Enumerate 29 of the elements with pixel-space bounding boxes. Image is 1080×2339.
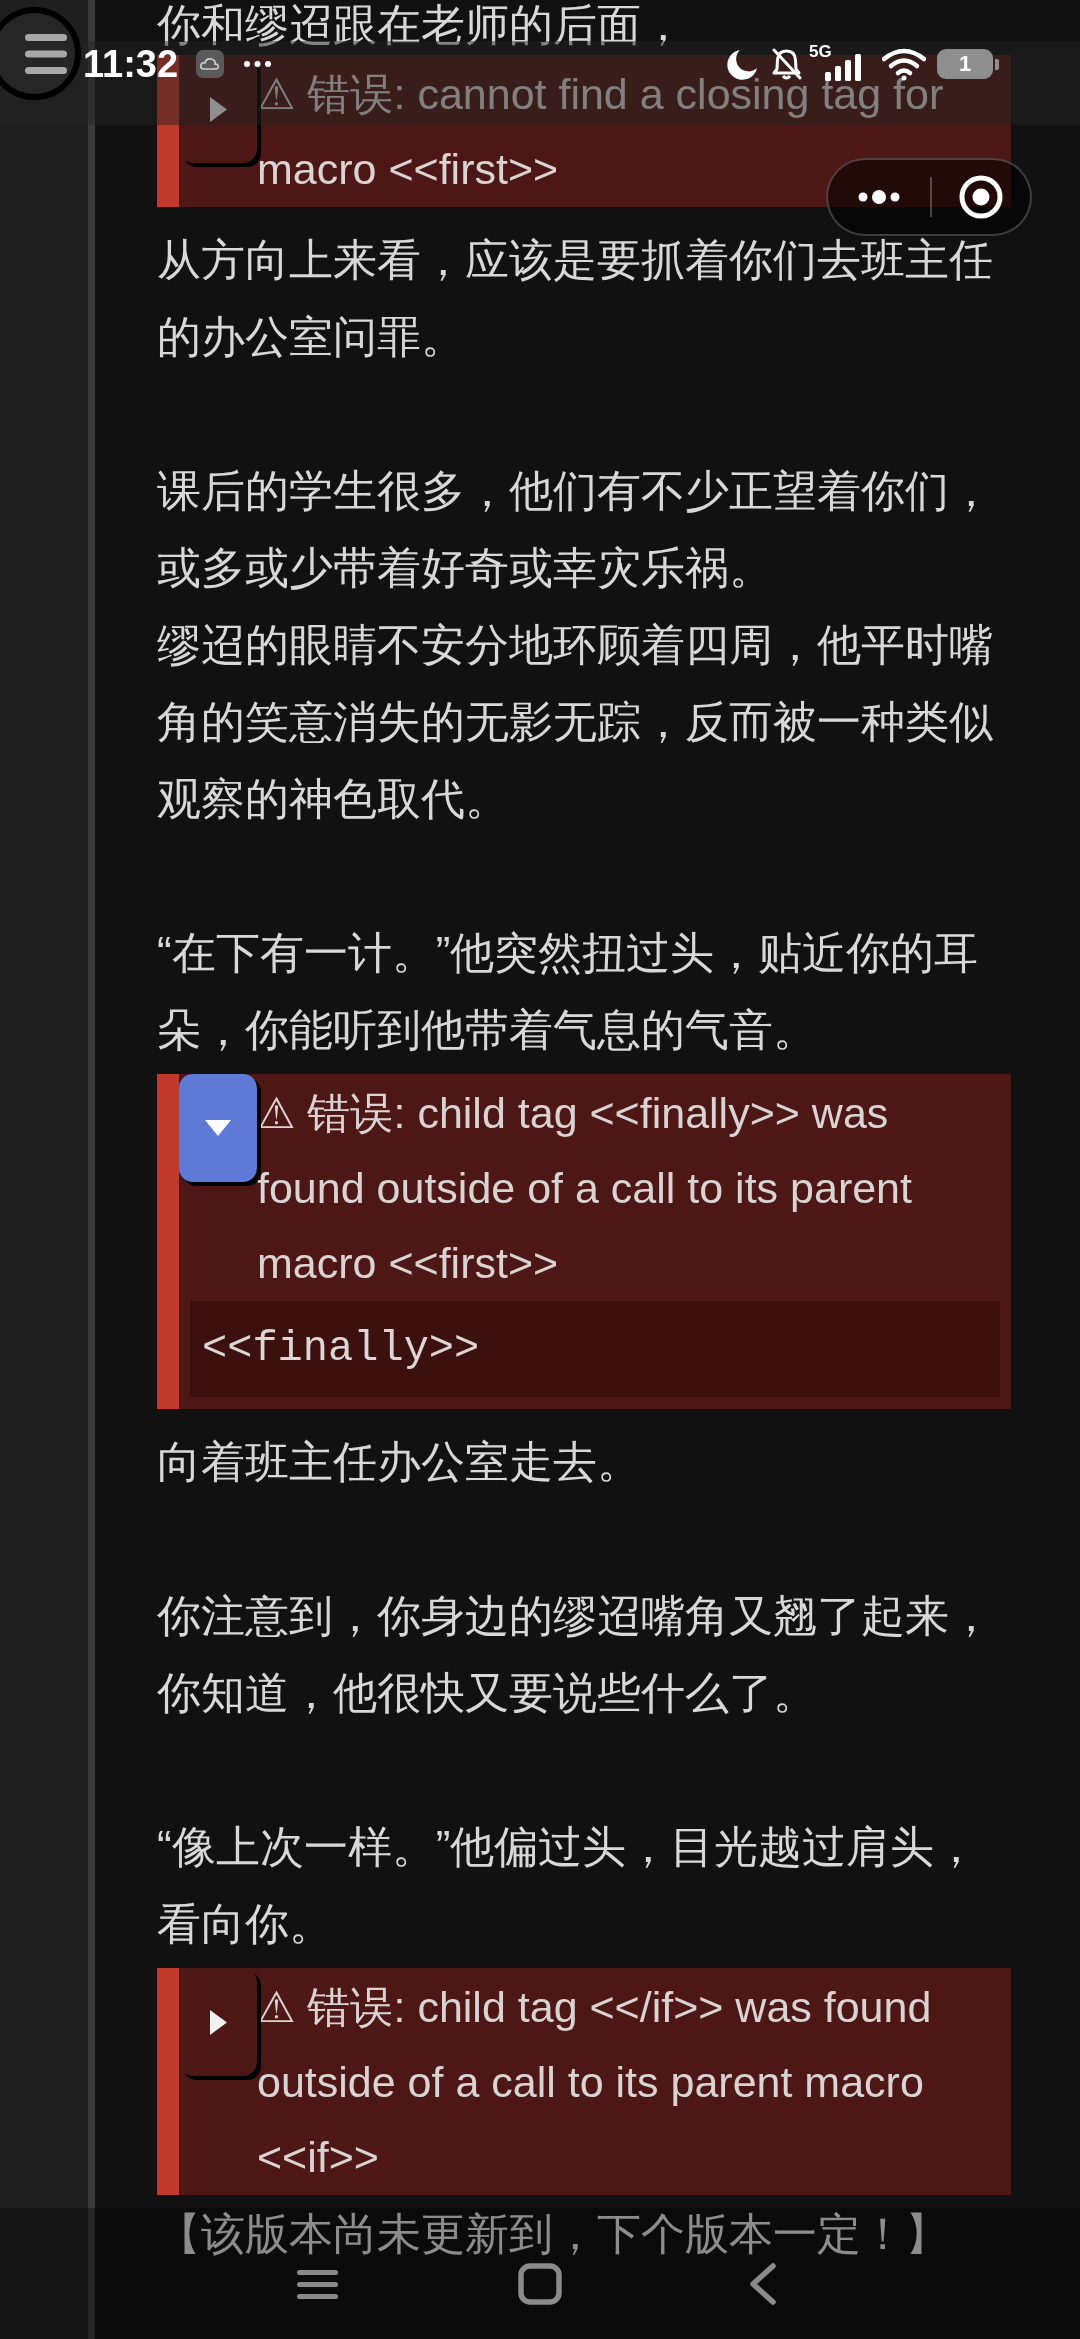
story-paragraph: 向着班主任办公室走去。: [157, 1437, 641, 1486]
battery-level: 1: [958, 52, 972, 76]
story-paragraph: 从方向上来看，应该是要抓着你们去班主任的办公室问罪。: [157, 235, 993, 361]
cloud-app-icon: [196, 50, 225, 78]
story-paragraph: 缪迢的眼睛不安分地环顾着四周，他平时嘴角的笑意消失的无影无踪，反而被一种类似观察的神色取代。: [157, 620, 993, 823]
story-paragraph: 你和缪迢跟在老师的后面，: [157, 0, 685, 49]
code-block: <<finally>>: [190, 1301, 1000, 1397]
story-paragraph: 你注意到，你身边的缪迢嘴角又翘了起来，你知道，他很快又要说些什么了。: [157, 1591, 993, 1717]
lines-icon: [296, 2269, 338, 2299]
wifi-icon: [882, 48, 926, 80]
story-paragraph: 课后的学生很多，他们有不少正望着你们，或多或少带着好奇或幸灾乐祸。: [157, 466, 993, 592]
square-icon: [518, 2263, 562, 2305]
error-message: ⚠ 错误: child tag <</if>> was found outside of a call to its parent macro <<if>>: [257, 1983, 932, 2181]
story-paragraph: “在下有一计。”他突然扭过头，贴近你的耳朵，你能听到他带着气息的气音。: [157, 928, 979, 1054]
bell-muted-icon: [771, 48, 802, 80]
story-paragraph: 【该版本尚未更新到，下个版本一定！】: [157, 2209, 949, 2258]
moon-icon: [727, 48, 758, 80]
error-message: ⚠ 错误: cannot find a closing tag for macro <<first>>: [257, 70, 944, 193]
target-icon: [959, 175, 1003, 219]
error-message: ⚠ 错误: child tag <<finally>> was found outside of a call to its parent macro <<first>>: [257, 1089, 912, 1287]
caret-down-icon: [205, 1120, 231, 1136]
caret-right-icon: [209, 96, 227, 122]
dots-icon: [858, 190, 900, 204]
menu-icon: [24, 33, 67, 74]
chevron-left-icon: [749, 2263, 777, 2305]
story-paragraph: “像上次一样。”他偏过头，目光越过肩头，看向你。: [157, 1822, 979, 1948]
caret-right-icon: [209, 2009, 227, 2035]
more-dots-icon: [244, 61, 272, 67]
network-type: 5G: [809, 43, 832, 61]
